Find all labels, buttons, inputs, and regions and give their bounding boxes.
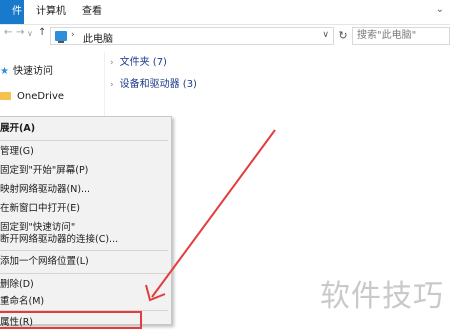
address-bar-row: ← → ∨ ↑ › 此电脑 ∨ ↻ 搜索"此电脑" [0,25,450,47]
sidebar-item-label: OneDrive [17,91,65,102]
menu-item-rename[interactable]: 重命名(M) [0,292,172,311]
sidebar-item-quick-access[interactable]: ★ 快速访问 [0,62,53,82]
chevron-right-icon: › [110,58,114,68]
back-button[interactable]: ← [4,27,12,38]
menu-item-map-network-drive[interactable]: 映射网络驱动器(N)... [0,180,172,199]
menu-item-pin-to-start[interactable]: 固定到"开始"屏幕(P) [0,161,172,180]
group-devices-and-drives[interactable]: › 设备和驱动器 (3) [110,77,197,93]
watermark: 软件技巧 [320,279,444,314]
star-icon: ★ [0,66,9,77]
group-label: 文件夹 (7) [119,57,167,68]
tab-computer[interactable]: 计算机 [28,0,74,24]
search-input[interactable]: 搜索"此电脑" [352,27,450,45]
menu-item-open-in-new-window[interactable]: 在新窗口中打开(E) [0,199,172,218]
breadcrumb-this-pc[interactable]: 此电脑 [83,30,113,45]
context-menu: 展开(A) 管理(G) 固定到"开始"屏幕(P) 映射网络驱动器(N)... 在… [0,116,172,328]
sidebar-item-onedrive[interactable]: OneDrive [0,87,64,107]
address-dropdown-icon[interactable]: ∨ [322,30,329,40]
recent-locations-button[interactable]: ∨ [27,29,33,38]
sidebar-item-label: 快速访问 [12,66,53,77]
menu-separator [0,273,168,274]
tab-file[interactable]: 件 [0,0,24,24]
menu-separator [0,140,168,141]
chevron-right-icon: › [110,80,114,90]
folder-icon [0,92,11,100]
menu-item-manage[interactable]: 管理(G) [0,142,172,161]
menu-separator [0,250,168,251]
forward-button[interactable]: → [16,27,24,38]
tab-view[interactable]: 查看 [74,0,110,24]
menu-item-add-network-location[interactable]: 添加一个网络位置(L) [0,252,172,271]
chevron-down-icon[interactable]: ⌄ [436,4,444,15]
refresh-button[interactable]: ↻ [336,27,350,45]
ribbon-tabs: 件 计算机 查看 ⌄ [0,0,450,25]
menu-item-expand[interactable]: 展开(A) [0,119,172,138]
address-bar[interactable]: › 此电脑 ∨ [50,27,334,45]
breadcrumb-arrow-icon[interactable]: › [71,30,75,40]
up-button[interactable]: ↑ [38,27,46,38]
group-label: 设备和驱动器 (3) [119,79,197,90]
menu-item-disconnect-network-drive[interactable]: 断开网络驱动器的连接(C)... [0,230,172,249]
group-folders[interactable]: › 文件夹 (7) [110,55,167,71]
properties-highlight-box [0,311,142,329]
this-pc-icon [55,31,67,43]
